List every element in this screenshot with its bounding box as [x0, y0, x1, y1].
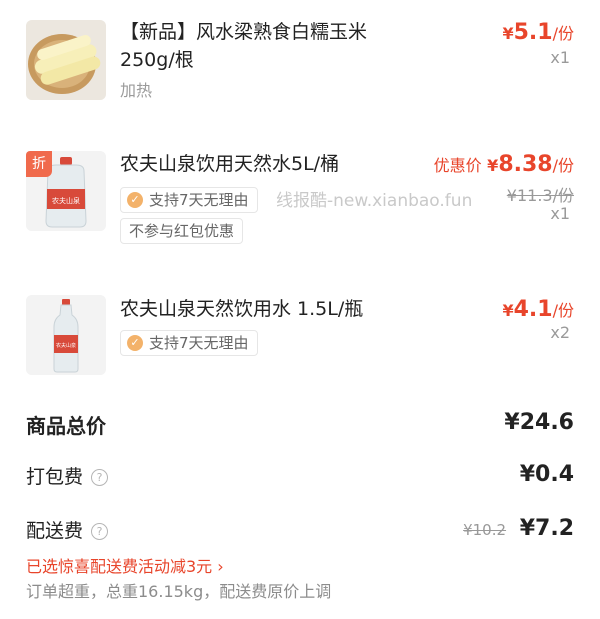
watermark: 线报酷-new.xianbao.fun: [276, 191, 473, 211]
no-redpacket-tag: 不参与红包优惠: [120, 218, 244, 244]
packing-fee-label: 打包费: [26, 466, 84, 488]
help-icon[interactable]: ?: [91, 523, 109, 540]
product-thumbnail[interactable]: 农夫山泉: [26, 295, 106, 375]
product-option: 加热: [120, 81, 153, 100]
shield-check-icon: ✓: [127, 192, 143, 208]
product-quantity: x1: [550, 204, 570, 223]
delivery-fee-original: ¥10.2: [463, 521, 507, 539]
svg-text:农夫山泉: 农夫山泉: [56, 342, 76, 349]
total-price-label: 商品总价: [26, 414, 106, 438]
total-price-value: ¥24.6: [504, 410, 574, 435]
delivery-note: 订单超重，总重16.15kg，配送费原价上调: [26, 582, 332, 601]
delivery-fee-value: ¥10.2 ¥7.2: [463, 516, 574, 541]
packing-fee-row: 打包费? ¥0.4: [26, 462, 574, 489]
delivery-fee-label: 配送费: [26, 520, 84, 542]
discount-badge: 折: [26, 151, 52, 177]
product-title: 农夫山泉饮用天然水5L/桶: [120, 153, 340, 175]
chevron-right-icon: ›: [217, 557, 224, 576]
return-policy-tag: ✓ 支持7天无理由: [120, 330, 258, 356]
product-quantity: x1: [550, 48, 570, 67]
total-price-row: 商品总价 ¥24.6: [26, 410, 574, 439]
water-1.5l-bottle-image: 农夫山泉: [26, 295, 106, 375]
delivery-promo-link[interactable]: 已选惊喜配送费活动减3元 ›: [26, 553, 574, 577]
corn-image: [26, 20, 106, 100]
product-thumbnail[interactable]: [26, 20, 106, 100]
help-icon[interactable]: ?: [91, 469, 109, 486]
product-price: 优惠价 ¥8.38/份: [433, 152, 574, 177]
product-quantity: x2: [550, 323, 570, 342]
delivery-fee-row: 配送费? ¥10.2 ¥7.2: [26, 516, 574, 543]
return-policy-tag: ✓ 支持7天无理由: [120, 187, 258, 213]
product-price: ¥5.1/份: [502, 20, 574, 45]
original-price: ¥11.3/份: [506, 186, 574, 205]
svg-text:农夫山泉: 农夫山泉: [52, 196, 80, 205]
product-title: 农夫山泉天然饮用水 1.5L/瓶: [120, 298, 364, 320]
packing-fee-value: ¥0.4: [519, 462, 574, 487]
product-title: 【新品】风水梁熟食白糯玉米250g/根: [120, 21, 368, 71]
shield-check-icon: ✓: [127, 335, 143, 351]
product-price: ¥4.1/份: [502, 297, 574, 322]
